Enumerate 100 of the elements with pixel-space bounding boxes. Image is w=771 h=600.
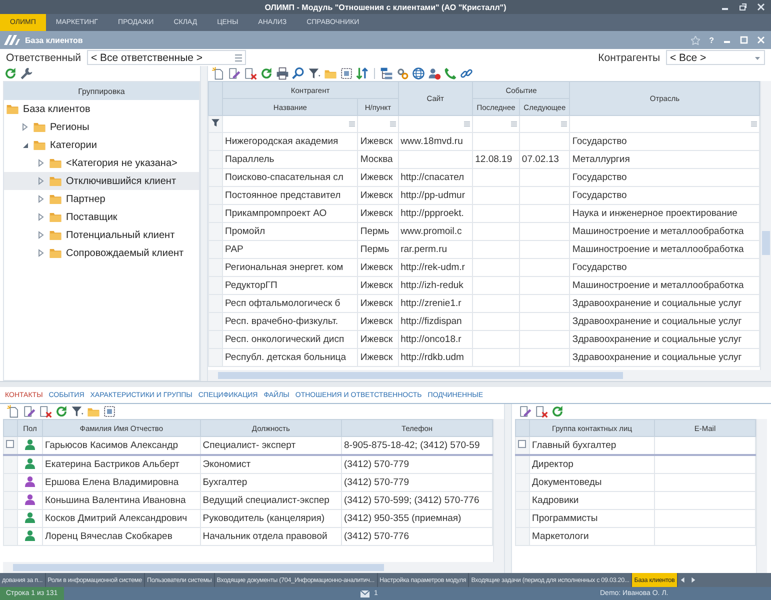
star-icon[interactable] <box>691 36 700 44</box>
row-checkbox[interactable] <box>6 440 14 448</box>
row-checkbox[interactable] <box>518 440 526 448</box>
table-cell <box>519 348 570 366</box>
table-cell <box>472 132 520 150</box>
folder-icon <box>49 193 62 205</box>
delete-icon[interactable] <box>244 67 257 80</box>
filter-icon[interactable] <box>211 118 220 127</box>
list-icon[interactable] <box>234 54 243 62</box>
tree-item[interactable]: Категории <box>4 136 199 154</box>
search-icon[interactable] <box>292 67 305 80</box>
table-cell: http://ppproekt. <box>398 204 473 222</box>
table-cell: Поисково-спасательная сл <box>222 168 358 186</box>
column-menu-icon[interactable] <box>349 120 356 126</box>
table-cell: Машиностроение и металлообработка <box>570 222 760 240</box>
horizontal-scrollbar[interactable] <box>208 370 771 381</box>
column-menu-icon[interactable] <box>464 120 470 126</box>
filter-icon[interactable] <box>71 405 84 418</box>
grid-icon[interactable] <box>340 67 353 80</box>
table-cell: Ижевск <box>358 330 398 348</box>
filter-field[interactable] <box>222 116 358 132</box>
table-cell: Бухгалтер <box>200 474 342 492</box>
expand-arrow-icon[interactable] <box>38 195 45 203</box>
table-cell: http://zrenie1.r <box>398 294 473 312</box>
scroll-right-icon[interactable] <box>690 576 696 584</box>
column-menu-icon[interactable] <box>390 120 396 126</box>
table-cell: Гарьюсов Касимов Александр <box>42 436 200 455</box>
collapse-arrow-icon[interactable] <box>22 141 29 149</box>
filter-field[interactable] <box>519 116 570 132</box>
refresh-icon[interactable] <box>55 405 68 418</box>
mail-icon[interactable] <box>360 590 370 598</box>
table-cell: Республ. детская больница <box>222 348 358 366</box>
vertical-scrollbar[interactable] <box>756 419 767 573</box>
hierarchy-icon[interactable] <box>380 67 393 80</box>
table-cell: РАР <box>222 240 358 258</box>
vertical-scrollbar[interactable] <box>493 419 504 562</box>
tree-item[interactable]: Сопровождаемый клиент <box>4 244 199 262</box>
tree-item[interactable]: База клиентов <box>4 100 199 118</box>
delete-icon[interactable] <box>39 405 52 418</box>
edit-icon[interactable] <box>228 67 241 80</box>
column-menu-icon[interactable] <box>561 120 568 126</box>
refresh-icon[interactable] <box>260 67 273 80</box>
table-cell: Начальник отдела правовой <box>200 528 342 546</box>
new-document-icon[interactable] <box>7 405 20 418</box>
sort-icon[interactable] <box>356 67 369 80</box>
tree-item[interactable]: Поставщик <box>4 208 199 226</box>
column-menu-icon[interactable] <box>751 120 757 126</box>
table-cell: Государство <box>570 186 760 204</box>
responsible-field[interactable]: < Все ответственные > <box>87 50 246 65</box>
table-cell <box>519 186 570 204</box>
folder-icon <box>49 247 62 259</box>
edit-icon[interactable] <box>23 405 36 418</box>
restore-icon[interactable] <box>739 3 747 11</box>
expand-arrow-icon[interactable] <box>38 159 45 167</box>
wrench-icon[interactable] <box>20 67 33 80</box>
filter-field[interactable] <box>472 116 520 132</box>
refresh-icon[interactable] <box>551 405 564 418</box>
table-cell: Респ. врачебно-физкульт. <box>222 312 358 330</box>
refresh-icon[interactable] <box>4 67 17 80</box>
table-cell: Ижевск <box>358 294 398 312</box>
filter-icon[interactable] <box>308 67 321 80</box>
tree-item[interactable]: Регионы <box>4 118 199 136</box>
globe-icon[interactable] <box>412 67 425 80</box>
edit-icon[interactable] <box>519 405 532 418</box>
tree-item[interactable]: Партнер <box>4 190 199 208</box>
table-cell: Государство <box>570 258 760 276</box>
tree-item[interactable]: Потенциальный клиент <box>4 226 199 244</box>
table-cell <box>519 312 570 330</box>
table-cell: Экономист <box>200 455 342 474</box>
counterparties-dropdown[interactable]: < Все > <box>666 50 765 65</box>
column-menu-icon[interactable] <box>510 120 517 126</box>
grid-icon[interactable] <box>103 405 116 418</box>
table-cell: http://rdkb.udm <box>398 348 473 366</box>
tree-item[interactable]: Отключившийся клиент <box>4 172 199 190</box>
print-icon[interactable] <box>276 67 289 80</box>
column-header[interactable]: Группировка <box>4 82 199 100</box>
expand-arrow-icon[interactable] <box>38 213 45 221</box>
link-icon[interactable] <box>460 67 473 80</box>
expand-arrow-icon[interactable] <box>22 123 29 131</box>
phone-icon[interactable] <box>444 67 457 80</box>
expand-arrow-icon[interactable] <box>38 231 45 239</box>
table-cell: Директор <box>530 455 654 474</box>
maximize-icon[interactable] <box>740 36 748 44</box>
table-cell: Параллель <box>222 150 358 168</box>
filter-field[interactable] <box>570 116 760 132</box>
vertical-scrollbar[interactable] <box>760 81 771 370</box>
close-icon[interactable] <box>757 3 765 11</box>
table-cell: Наука и инженерное проектирование <box>570 204 760 222</box>
table-cell <box>519 240 570 258</box>
expand-arrow-icon[interactable] <box>38 249 45 257</box>
user-icon[interactable] <box>428 67 441 80</box>
table-cell: Руководитель (канцелярия) <box>200 510 342 528</box>
new-document-icon[interactable] <box>212 67 225 80</box>
table-cell <box>472 240 520 258</box>
expand-arrow-icon[interactable] <box>38 177 45 185</box>
filter-field[interactable] <box>358 116 398 132</box>
tree-item[interactable]: <Категория не указана> <box>4 154 199 172</box>
filter-field[interactable] <box>398 116 473 132</box>
horizontal-scrollbar[interactable] <box>3 562 504 573</box>
delete-icon[interactable] <box>535 405 548 418</box>
